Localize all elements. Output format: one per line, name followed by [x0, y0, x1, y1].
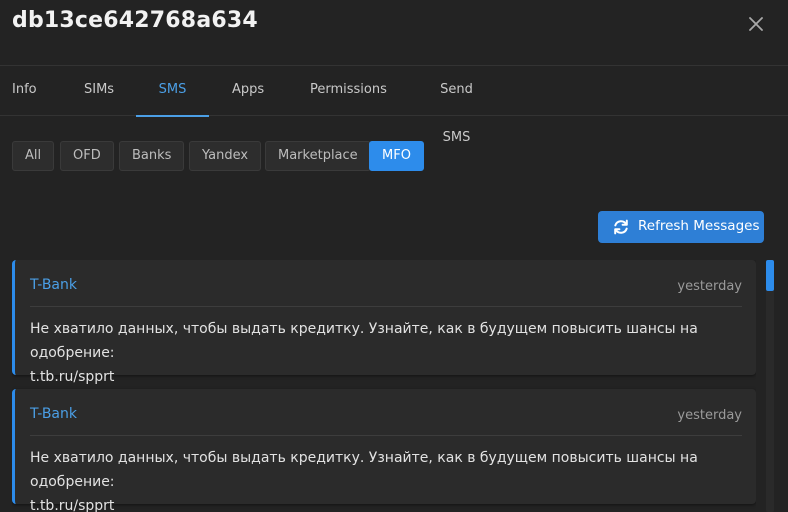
message-text: Не хватило данных, чтобы выдать кредитку… [30, 321, 698, 361]
tab-sms[interactable]: SMS [136, 66, 209, 117]
refresh-button-label: Refresh Messages [638, 218, 760, 234]
message-link: t.tb.ru/spprt [30, 369, 115, 385]
tab-info[interactable]: Info [12, 66, 37, 116]
message-sender: T-Bank [30, 406, 77, 422]
message-list: T-Bank yesterday Не хватило данных, чтоб… [12, 260, 756, 512]
device-modal: db13ce642768a634 Info SIMs SMS Apps Perm… [0, 0, 788, 512]
filter-all[interactable]: All [12, 141, 55, 171]
filter-mfo[interactable]: MFO [369, 141, 424, 171]
tab-send-sms[interactable]: Send SMS [426, 66, 487, 145]
message-card[interactable]: T-Bank yesterday Не хватило данных, чтоб… [12, 389, 756, 512]
message-text: Не хватило данных, чтобы выдать кредитку… [30, 450, 698, 490]
device-id-title: db13ce642768a634 [12, 8, 258, 33]
message-body: Не хватило данных, чтобы выдать кредитку… [30, 317, 748, 389]
filter-marketplace[interactable]: Marketplace [265, 141, 371, 171]
filter-ofd[interactable]: OFD [60, 141, 114, 171]
message-divider [30, 435, 742, 436]
close-icon [749, 17, 763, 31]
filter-banks[interactable]: Banks [119, 141, 185, 171]
close-button[interactable] [744, 12, 768, 36]
message-body: Не хватило данных, чтобы выдать кредитку… [30, 446, 748, 512]
tab-permissions[interactable]: Permissions [310, 66, 387, 116]
message-list-scrollbar[interactable] [766, 260, 774, 512]
modal-header: db13ce642768a634 [0, 0, 788, 66]
message-time: yesterday [677, 279, 742, 294]
scrollbar-thumb[interactable] [766, 260, 774, 291]
message-sender: T-Bank [30, 277, 77, 293]
tab-apps[interactable]: Apps [232, 66, 264, 116]
refresh-icon [614, 219, 628, 235]
tab-bar: Info SIMs SMS Apps Permissions Send SMS [0, 66, 788, 145]
tab-sims[interactable]: SIMs [84, 66, 114, 116]
filter-yandex[interactable]: Yandex [189, 141, 262, 171]
refresh-messages-button[interactable]: Refresh Messages [598, 211, 764, 243]
message-link: t.tb.ru/spprt [30, 498, 115, 512]
message-divider [30, 306, 742, 307]
message-time: yesterday [677, 408, 742, 423]
message-card[interactable]: T-Bank yesterday Не хватило данных, чтоб… [12, 260, 756, 385]
